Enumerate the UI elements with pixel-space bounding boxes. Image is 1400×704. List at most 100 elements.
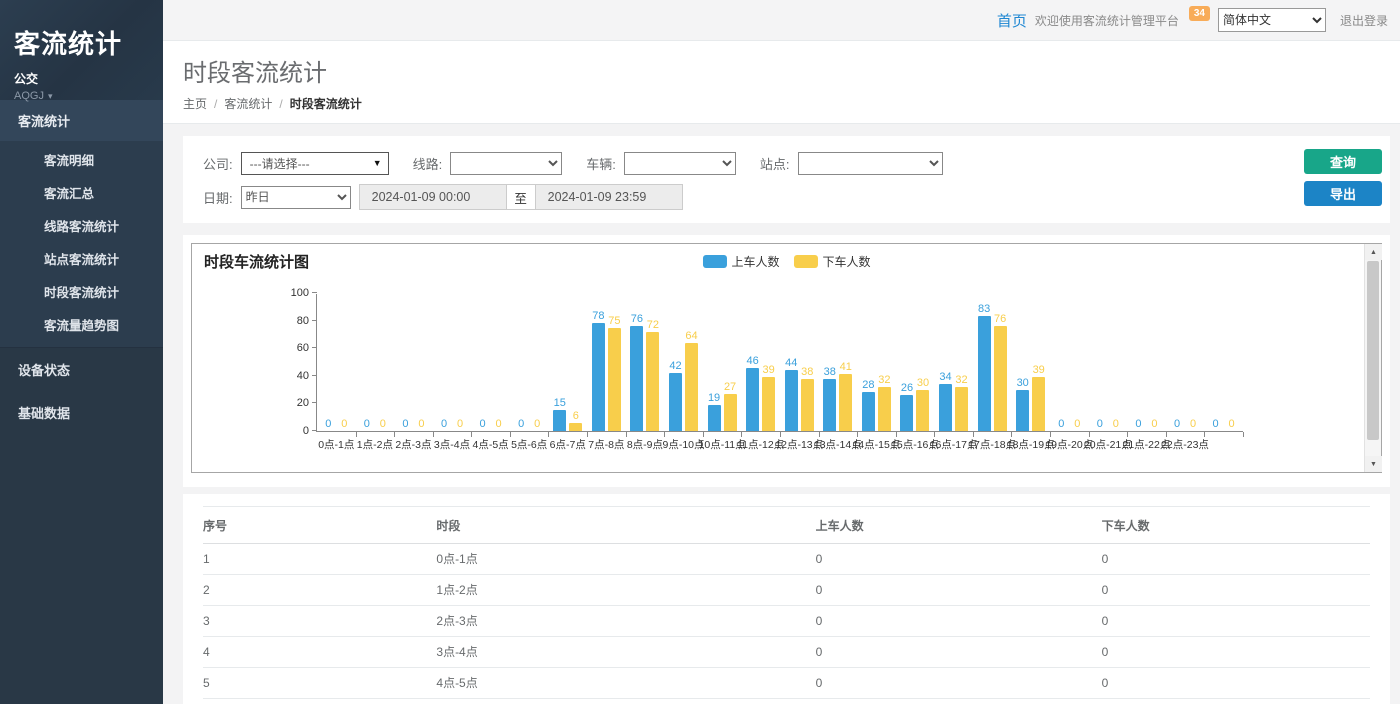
bar-group-boarding: 30 <box>1016 377 1029 431</box>
table-cell: 0 <box>816 699 1102 704</box>
table-row[interactable]: 65点-6点00 <box>203 699 1370 704</box>
line-label: 线路: <box>413 154 443 173</box>
bar-group-boarding: 46 <box>746 355 759 431</box>
bar-group-boarding: 0 <box>1209 418 1222 431</box>
scroll-down-icon[interactable]: ▼ <box>1365 456 1382 472</box>
sidebar-subitem[interactable]: 客流量趋势图 <box>0 308 163 341</box>
bar-value-label: 0 <box>534 418 540 430</box>
bar-alighting <box>916 390 929 431</box>
bar-value-label: 0 <box>1135 418 1141 430</box>
legend-item-alighting[interactable]: 下车人数 <box>794 253 871 270</box>
sidebar-subitem[interactable]: 时段客流统计 <box>0 275 163 308</box>
table-row[interactable]: 32点-3点00 <box>203 606 1370 637</box>
x-axis-label: 6点-7点 <box>550 437 586 452</box>
bar-group-alighting: 0 <box>492 418 505 431</box>
bar-group-boarding: 38 <box>823 366 836 431</box>
x-axis-label: 5点-6点 <box>511 437 547 452</box>
table-cell: 0 <box>1102 544 1370 575</box>
notification-badge[interactable]: 34 <box>1189 6 1210 21</box>
bar-alighting <box>685 343 698 431</box>
bar-group-alighting: 32 <box>878 374 891 431</box>
scroll-up-icon[interactable]: ▲ <box>1365 244 1382 260</box>
table-row[interactable]: 21点-2点00 <box>203 575 1370 606</box>
query-button[interactable]: 查询 <box>1304 149 1382 174</box>
page-heading: 时段客流统计 主页/客流统计/时段客流统计 <box>163 41 1400 124</box>
bar-value-label: 19 <box>708 392 720 404</box>
filter-panel: 公司: ---请选择--- ▼ 线路: 车辆: 站点: 日期: 昨日 <box>183 136 1390 223</box>
table-cell: 0 <box>816 544 1102 575</box>
sidebar-subitem[interactable]: 客流明细 <box>0 143 163 176</box>
line-select[interactable] <box>450 152 562 175</box>
bar-group-alighting: 76 <box>994 313 1007 431</box>
chart-category: 837617点-18点 <box>973 294 1012 431</box>
legend-swatch-alighting <box>794 255 818 268</box>
bar-value-label: 38 <box>824 366 836 378</box>
vehicle-select[interactable] <box>624 152 736 175</box>
table-cell: 1 <box>203 544 436 575</box>
bar-group-alighting: 0 <box>454 418 467 431</box>
table-row[interactable]: 43点-4点00 <box>203 637 1370 668</box>
bar-group-boarding: 0 <box>322 418 335 431</box>
sidebar-subitem[interactable]: 线路客流统计 <box>0 209 163 242</box>
bar-alighting <box>762 377 775 431</box>
table-cell: 2 <box>203 575 436 606</box>
date-preset-select[interactable]: 昨日 <box>241 186 351 209</box>
bar-chart-plot: 020406080100000点-1点001点-2点002点-3点003点-4点… <box>316 294 1243 432</box>
date-label: 日期: <box>203 188 233 207</box>
bar-value-label: 0 <box>341 418 347 430</box>
sidebar-item-device-status[interactable]: 设备状态 <box>0 348 163 391</box>
page-title: 时段客流统计 <box>183 53 1380 88</box>
table-cell: 0 <box>1102 575 1370 606</box>
bar-group-alighting: 0 <box>1187 418 1200 431</box>
breadcrumb-home[interactable]: 主页 <box>183 97 207 111</box>
company-select[interactable]: ---请选择--- ▼ <box>241 152 389 175</box>
bar-value-label: 0 <box>1229 418 1235 430</box>
x-axis-label: 2点-3点 <box>395 437 431 452</box>
bar-group-alighting: 0 <box>1225 418 1238 431</box>
chart-title: 时段车流统计图 <box>204 251 309 272</box>
bar-value-label: 26 <box>901 382 913 394</box>
table-row[interactable]: 10点-1点00 <box>203 544 1370 575</box>
app-logo: 客流统计 <box>14 24 149 61</box>
chart-scrollbar[interactable]: ▲ ▼ <box>1364 244 1381 472</box>
sidebar-item-base-data[interactable]: 基础数据 <box>0 391 163 434</box>
chart-category: 384113点-14点 <box>819 294 858 431</box>
home-link[interactable]: 首页 <box>997 10 1027 31</box>
content: 公司: ---请选择--- ▼ 线路: 车辆: 站点: 日期: 昨日 <box>163 124 1400 704</box>
bar-boarding <box>785 370 798 431</box>
breadcrumb-passenger-stats[interactable]: 客流统计 <box>224 97 272 111</box>
sidebar-subitem[interactable]: 站点客流统计 <box>0 242 163 275</box>
export-button[interactable]: 导出 <box>1304 181 1382 206</box>
table-cell: 3点-4点 <box>436 637 815 668</box>
table-cell: 1点-2点 <box>436 575 815 606</box>
bar-group-alighting: 64 <box>685 330 698 431</box>
chart-category: 004点-5点 <box>471 294 510 431</box>
language-select[interactable]: 简体中文 <box>1218 8 1326 32</box>
bar-value-label: 72 <box>647 319 659 331</box>
chart-category: 343216点-17点 <box>934 294 973 431</box>
bar-value-label: 28 <box>862 379 874 391</box>
chart-panel: 时段车流统计图 上车人数 下车人数 020406080100000点-1点001… <box>183 235 1390 487</box>
table-row[interactable]: 54点-5点00 <box>203 668 1370 699</box>
x-axis-label: 4点-5点 <box>473 437 509 452</box>
logout-link[interactable]: 退出登录 <box>1340 12 1388 29</box>
bar-boarding <box>1016 390 1029 431</box>
col-header-period: 时段 <box>436 507 815 544</box>
bar-value-label: 0 <box>364 418 370 430</box>
date-from-input[interactable]: 2024-01-09 00:00 <box>359 184 507 210</box>
bar-boarding <box>823 379 836 431</box>
chart-box: 时段车流统计图 上车人数 下车人数 020406080100000点-1点001… <box>191 243 1382 473</box>
sidebar: 客流统计 公交 AQGJ▾ 客流统计 客流明细客流汇总线路客流统计站点客流统计时… <box>0 0 163 704</box>
sidebar-item-passenger-stats[interactable]: 客流统计 <box>0 100 163 141</box>
chart-category: 192710点-11点 <box>703 294 742 431</box>
bar-group-alighting: 41 <box>839 361 852 431</box>
date-to-input[interactable]: 2024-01-09 23:59 <box>535 184 683 210</box>
chart-category: 002点-3点 <box>394 294 433 431</box>
scrollbar-thumb[interactable] <box>1367 261 1379 440</box>
bar-group-boarding: 19 <box>708 392 721 431</box>
sidebar-subitem[interactable]: 客流汇总 <box>0 176 163 209</box>
breadcrumb: 主页/客流统计/时段客流统计 <box>183 95 1380 112</box>
legend-item-boarding[interactable]: 上车人数 <box>702 253 779 270</box>
table-cell: 5点-6点 <box>436 699 815 704</box>
station-select[interactable] <box>798 152 943 175</box>
